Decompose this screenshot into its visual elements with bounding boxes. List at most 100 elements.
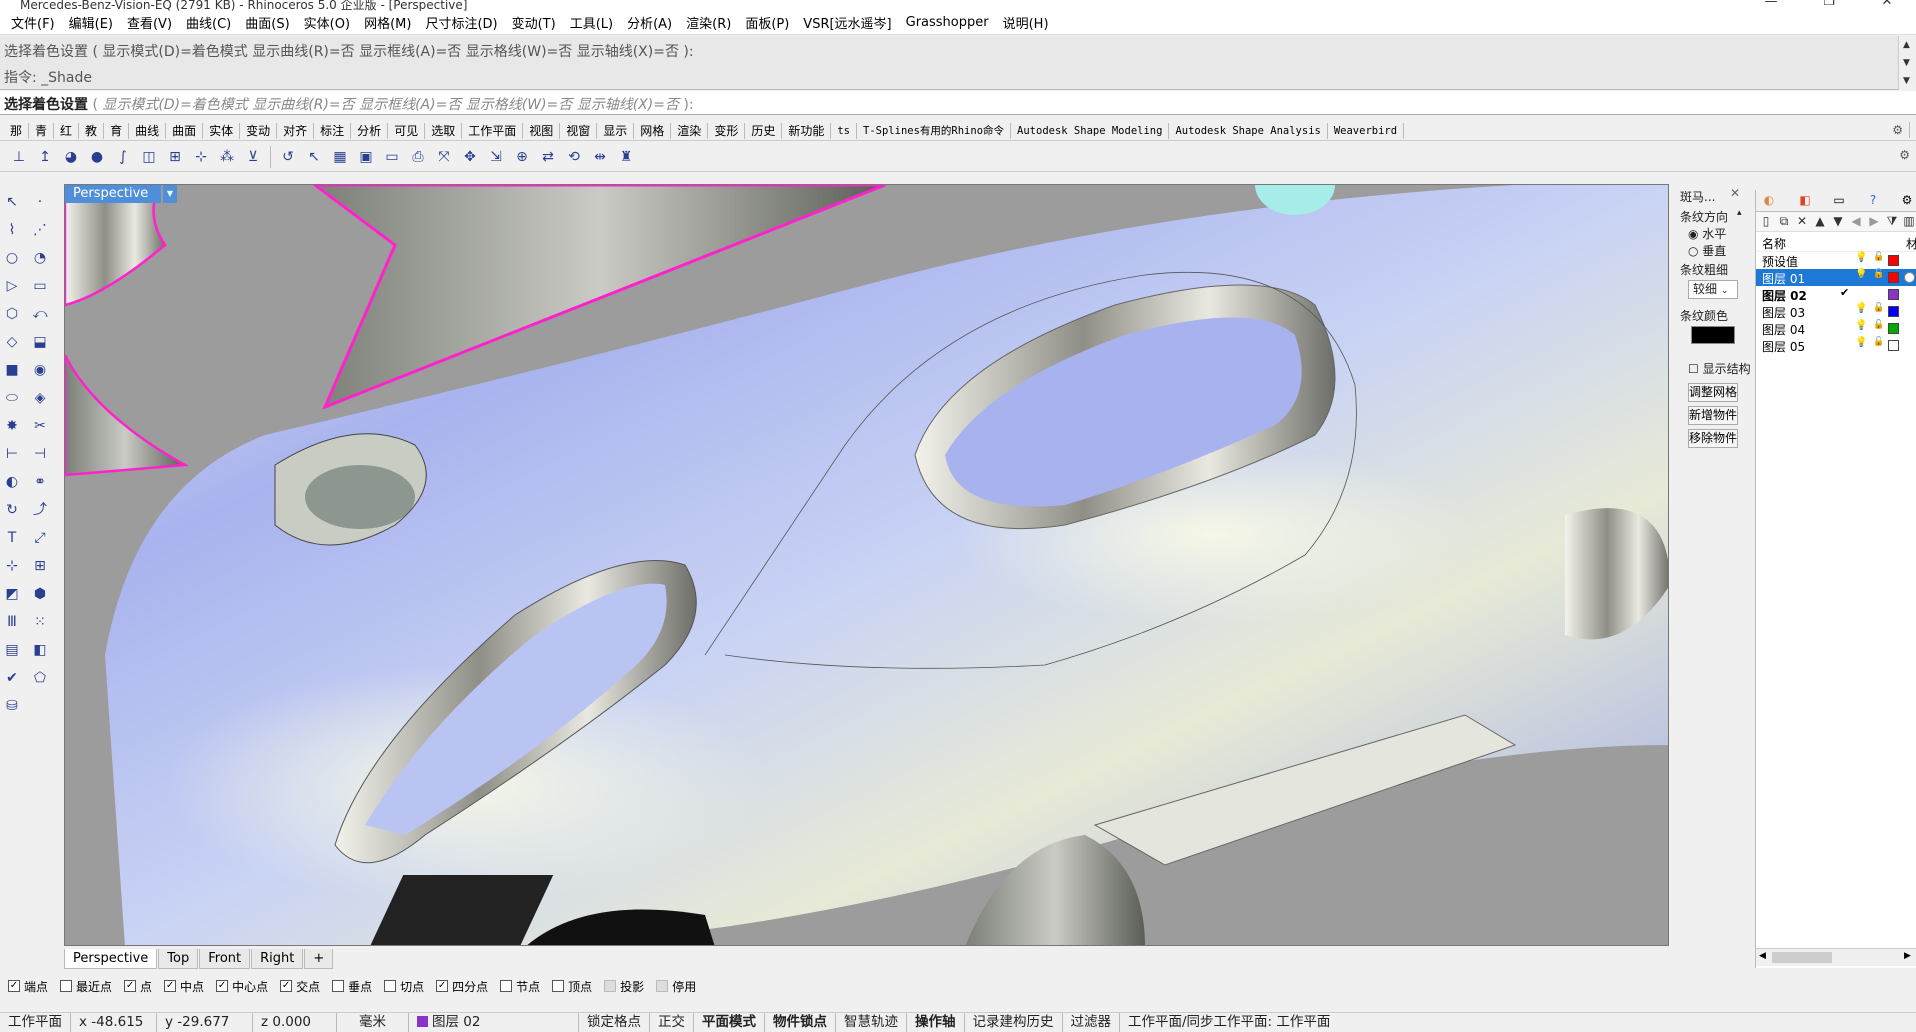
visibility-bulb-icon[interactable]: 💡 [1855,269,1867,280]
bucket-icon[interactable]: ⛁ [0,694,24,718]
units-indicator[interactable]: 毫米 [337,1012,409,1032]
lock-icon[interactable]: 🔓 [1873,252,1884,262]
delete-layer-icon[interactable]: ✕ [1794,214,1810,230]
osnap-7-checkbox[interactable]: 切点 [384,978,424,995]
menu-transform[interactable]: 变动(T) [505,13,563,32]
show-structure-checkbox[interactable]: ☐ 显示结构 [1688,360,1751,377]
layer-color-swatch[interactable] [1888,289,1899,300]
toolbar-tab[interactable]: 分析 [351,122,389,139]
mirror-icon[interactable]: ⇄ [535,145,561,169]
material-icon[interactable] [1904,272,1915,283]
tab-perspective[interactable]: Perspective [64,949,158,969]
twist-icon[interactable]: ⟲ [561,145,587,169]
osnap-8-checkbox[interactable]: ✓ 四分点 [436,978,488,995]
menu-mesh[interactable]: 网格(M) [357,13,418,32]
horizontal-radio[interactable]: ◉ 水平 [1688,225,1726,242]
osnap-5-checkbox[interactable]: ✓ 交点 [280,978,320,995]
scroll-left-icon[interactable]: ◀ [1759,951,1766,961]
prompt-options[interactable]: 显示模式(D)=着色模式 显示曲线(R)=否 显示框线(A)=否 显示格线(W)… [102,97,679,113]
select-arrow-icon[interactable]: ↖ [0,190,24,214]
status-toggle-button[interactable]: 记录建构历史 [965,1012,1063,1032]
checkbox-icon[interactable]: ✓ [8,980,20,992]
menu-surface[interactable]: 曲面(S) [238,13,296,32]
zebra-close-icon[interactable]: ✕ [1730,186,1740,200]
toolbar-tab[interactable]: 历史 [745,122,783,139]
tabs-settings-icon[interactable]: ⚙ [1886,122,1910,138]
status-toggle-button[interactable]: 物件锁点 [765,1012,836,1032]
osnap-12-checkbox[interactable]: 停用 [656,978,696,995]
curve-icon[interactable]: ∫ [110,145,136,169]
toolbar-tab[interactable]: Weaverbird [1328,122,1405,139]
help-icon[interactable]: ? [1864,193,1882,209]
toolbar-tab[interactable]: 网格 [634,122,672,139]
layer-color-swatch[interactable] [1888,306,1899,317]
material-column-header[interactable]: 材 [1906,235,1916,252]
menu-dimension[interactable]: 尺寸标注(D) [418,13,504,32]
osnap-9-checkbox[interactable]: 节点 [500,978,540,995]
point-icon[interactable]: · [28,190,52,214]
checkbox-icon[interactable] [604,980,617,992]
toolbar-tab[interactable]: 实体 [203,122,241,139]
open-icon[interactable]: ▭ [379,145,405,169]
menu-analyze[interactable]: 分析(A) [620,13,679,32]
cplane-indicator[interactable]: 工作平面 [0,1012,71,1032]
render-icon[interactable]: ◩ [0,582,24,606]
layer-name[interactable]: 图层 05 [1762,338,1805,355]
control-point-curve-icon[interactable]: ⋰ [28,218,52,242]
toolbar-tab[interactable]: 对齐 [277,122,315,139]
perspective-viewport[interactable]: Perspective ▼ [64,184,1669,946]
checkbox-icon[interactable]: ✓ [216,980,229,992]
boolean-icon[interactable]: ◉ [28,358,52,382]
car-model-render[interactable] [65,185,1669,946]
shaded-sphere-icon[interactable]: ● [84,145,110,169]
nodes-icon[interactable]: ⁂ [214,145,240,169]
status-toggle-button[interactable]: 平面模式 [694,1012,765,1032]
adjust-mesh-button[interactable]: 调整网格 [1688,383,1738,402]
viewport-title[interactable]: Perspective ▼ [65,185,177,203]
move-down-icon[interactable]: ▼ [1830,214,1846,230]
new-sublayer-icon[interactable]: ⧉ [1776,214,1792,230]
layer-color-swatch[interactable] [1888,323,1899,334]
checkbox-icon[interactable] [500,980,513,992]
surface-icon[interactable]: ◫ [136,145,162,169]
toolbar-tab[interactable]: 渲染 [671,122,709,139]
layer-row[interactable]: 图层 03 💡 🔓 [1756,303,1916,320]
point-icon[interactable]: ↥ [32,145,58,169]
current-layer-indicator[interactable]: 图层 02 [409,1012,579,1032]
cylinder-icon[interactable]: ⬭ [0,386,24,410]
color-wheel-icon[interactable]: ◐ [1760,193,1778,209]
menu-solid[interactable]: 实体(O) [297,13,357,32]
toolbar-tab[interactable]: 显示 [597,122,635,139]
name-column-header[interactable]: 名称 [1762,235,1786,252]
toolbar-tab[interactable]: 新功能 [782,122,832,139]
scroll-down-icon[interactable]: ▼ [1903,58,1910,68]
toolbar-tab[interactable]: 标注 [314,122,352,139]
osnap-0-checkbox[interactable]: ✓ 端点 [8,978,48,995]
orient-icon[interactable]: ⤴ [28,498,52,522]
split-icon[interactable]: ⇹ [587,145,613,169]
command-prompt[interactable]: 选择着色设置 ( 显示模式(D)=着色模式 显示曲线(R)=否 显示框线(A)=… [0,91,1916,115]
polygon-icon[interactable]: ⬡ [0,302,24,326]
checkbox-icon[interactable] [656,980,669,992]
tab-right[interactable]: Right [251,949,304,969]
paint-icon[interactable]: ♜ [613,145,639,169]
layer-row[interactable]: 图层 01 💡 🔓 [1756,269,1916,286]
array-icon[interactable]: ⊕ [509,145,535,169]
layer-name[interactable]: 图层 04 [1762,321,1805,338]
visibility-bulb-icon[interactable]: 💡 [1855,320,1867,331]
toolbar-tab[interactable]: 青 [29,122,55,139]
surface-corners-icon[interactable]: ◇ [0,330,24,354]
osnap-11-checkbox[interactable]: 投影 [604,978,644,995]
menu-panels[interactable]: 面板(P) [738,13,796,32]
snap-icon[interactable]: ⊹ [0,554,24,578]
array-icon[interactable]: ⊞ [28,554,52,578]
status-toggle-button[interactable]: 智慧轨迹 [836,1012,907,1032]
display-icon[interactable]: ▭ [1830,193,1848,209]
osnap-10-checkbox[interactable]: 顶点 [552,978,592,995]
layer-row[interactable]: 预设值 💡 🔓 [1756,252,1916,269]
stripe-color-swatch[interactable] [1691,326,1735,344]
layer-name[interactable]: 预设值 [1762,253,1798,270]
layer-color-swatch[interactable] [1888,340,1899,351]
toolbar-tab[interactable]: 工作平面 [462,122,524,139]
status-toggle-button[interactable]: 过滤器 [1063,1012,1120,1032]
